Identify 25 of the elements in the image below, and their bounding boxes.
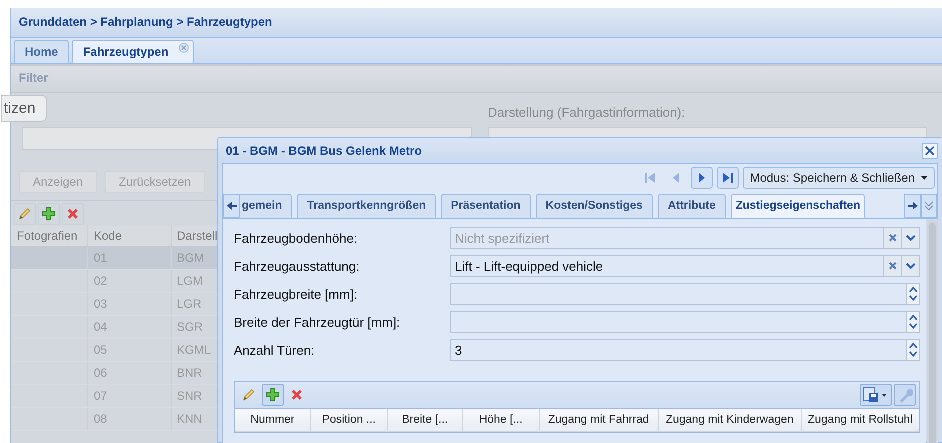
table-cell: 05 (88, 339, 172, 361)
field-label: Darstellung (Fahrgastinformation): (488, 105, 686, 120)
field-label: Fahrzeugbreite [mm]: (234, 286, 359, 302)
table-cell-text: KGML (176, 342, 212, 359)
table-cell-text: SGR (176, 319, 204, 336)
table-cell: 08 (88, 408, 172, 430)
field-label: Fahrzeugbodenhöhe: (234, 230, 359, 246)
table-cell-text: BNR (176, 365, 204, 382)
breadcrumb: Grunddaten > Fahrplanung > Fahrzeugtypen (11, 8, 942, 38)
table-cell-text: KNN (176, 411, 204, 428)
field-label: Fahrzeugausstattung: (234, 258, 361, 274)
table-cell: 02 (88, 270, 172, 292)
window-title: 01 - BGM - BGM Bus Gelenk Metro (226, 144, 422, 158)
field-label: Breite der Fahrzeugtür [mm]: (234, 314, 402, 330)
table-cell-text: LGM (176, 273, 204, 290)
table-cell-text: SNR (176, 388, 204, 405)
table-cell-text: LGR (176, 296, 203, 313)
table-cell: 03 (88, 293, 172, 315)
table-cell: 04 (88, 316, 172, 338)
table-cell: 01 (88, 247, 172, 269)
panel-header: Filter (11, 64, 942, 93)
table-cell: 07 (88, 385, 172, 407)
field-label: Anzahl Türen: (234, 342, 316, 358)
table-cell: 06 (88, 362, 172, 384)
table-cell-text: BGM (176, 250, 206, 267)
